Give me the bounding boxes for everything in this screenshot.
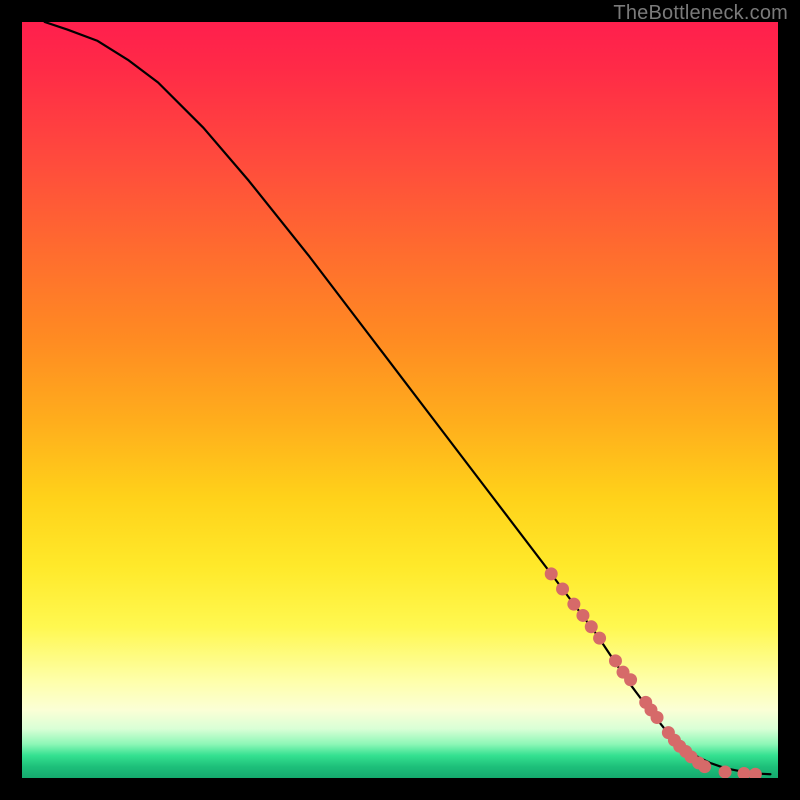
data-point [698,760,711,773]
curve-line [45,22,771,774]
highlight-points [545,567,762,778]
data-point [609,654,622,667]
chart-svg [22,22,778,778]
watermark-text: TheBottleneck.com [613,2,788,25]
chart-frame: TheBottleneck.com [0,0,800,800]
data-point [651,711,664,724]
data-point [737,767,750,778]
data-point [719,765,732,778]
data-point [585,620,598,633]
data-point [749,768,762,778]
data-point [593,632,606,645]
data-point [576,609,589,622]
data-point [556,583,569,596]
data-point [567,598,580,611]
data-point [545,567,558,580]
plot-background [22,22,778,778]
data-point [624,673,637,686]
